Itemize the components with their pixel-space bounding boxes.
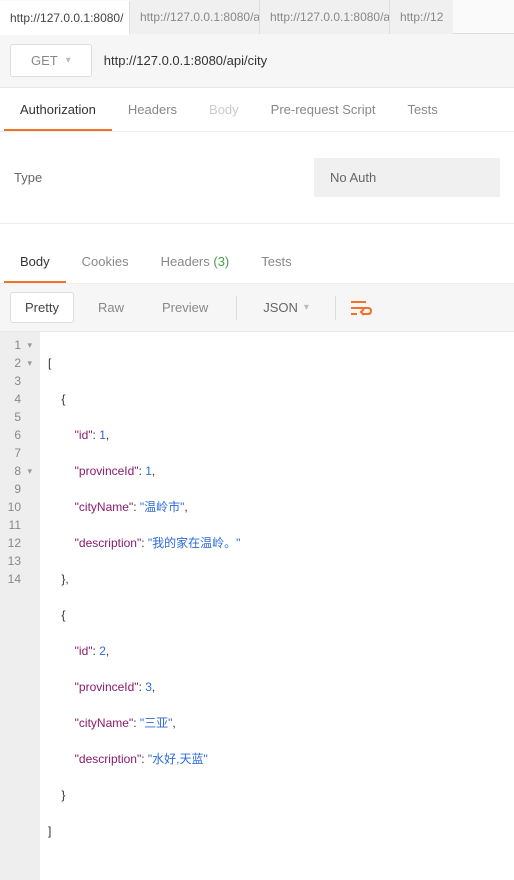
close-icon[interactable]: × <box>129 10 130 25</box>
auth-section: Type No Auth <box>0 132 514 224</box>
http-method-select[interactable]: GET ▾ <box>10 44 92 77</box>
view-preview-button[interactable]: Preview <box>148 293 222 322</box>
response-headers-label: Headers <box>161 254 210 269</box>
response-body: 1▾ 2▾ 3 4 5 6 7 8▾ 9 10 11 12 13 14 [ { … <box>0 332 514 880</box>
format-label: JSON <box>263 300 298 315</box>
tab-label: http://127.0.0.1:8080/api/cit <box>270 10 390 24</box>
tab-request-3[interactable]: http://12 <box>390 0 453 34</box>
chevron-down-icon: ▾ <box>304 302 309 313</box>
tab-label: http://127.0.0.1:8080/api/cit <box>140 10 260 24</box>
response-tab-headers[interactable]: Headers (3) <box>145 240 246 283</box>
tab-request-2[interactable]: http://127.0.0.1:8080/api/cit <box>260 0 390 34</box>
divider <box>236 296 237 320</box>
divider <box>335 296 336 320</box>
response-tab-body[interactable]: Body <box>4 240 66 283</box>
request-sub-tabs: Authorization Headers Body Pre-request S… <box>0 88 514 132</box>
response-headers-count: (3) <box>213 254 229 269</box>
view-pretty-button[interactable]: Pretty <box>10 292 74 323</box>
auth-type-label: Type <box>14 170 314 185</box>
request-tabs: http://127.0.0.1:8080/ × http://127.0.0.… <box>0 0 514 34</box>
tab-label: http://12 <box>400 10 443 24</box>
response-tabs: Body Cookies Headers (3) Tests <box>0 240 514 284</box>
tab-request-1[interactable]: http://127.0.0.1:8080/api/cit <box>130 0 260 34</box>
response-tab-tests[interactable]: Tests <box>245 240 307 283</box>
tab-request-0[interactable]: http://127.0.0.1:8080/ × <box>0 1 130 35</box>
format-select[interactable]: JSON ▾ <box>251 293 321 322</box>
body-toolbar: Pretty Raw Preview JSON ▾ <box>0 284 514 332</box>
method-label: GET <box>31 53 58 68</box>
view-raw-button[interactable]: Raw <box>84 293 138 322</box>
tab-headers[interactable]: Headers <box>112 88 193 131</box>
tab-body[interactable]: Body <box>193 88 255 131</box>
tab-pre-request-script[interactable]: Pre-request Script <box>255 88 392 131</box>
tab-label: http://127.0.0.1:8080/ <box>10 11 123 25</box>
tab-tests[interactable]: Tests <box>391 88 453 131</box>
auth-type-select[interactable]: No Auth <box>314 158 500 197</box>
line-gutter: 1▾ 2▾ 3 4 5 6 7 8▾ 9 10 11 12 13 14 <box>0 332 40 880</box>
request-bar: GET ▾ <box>0 34 514 88</box>
code-content[interactable]: [ { "id": 1, "provinceId": 1, "cityName"… <box>40 332 248 880</box>
chevron-down-icon: ▾ <box>66 55 71 66</box>
wrap-lines-icon[interactable] <box>350 300 372 316</box>
tab-authorization[interactable]: Authorization <box>4 88 112 131</box>
response-tab-cookies[interactable]: Cookies <box>66 240 145 283</box>
url-input[interactable] <box>104 45 504 76</box>
